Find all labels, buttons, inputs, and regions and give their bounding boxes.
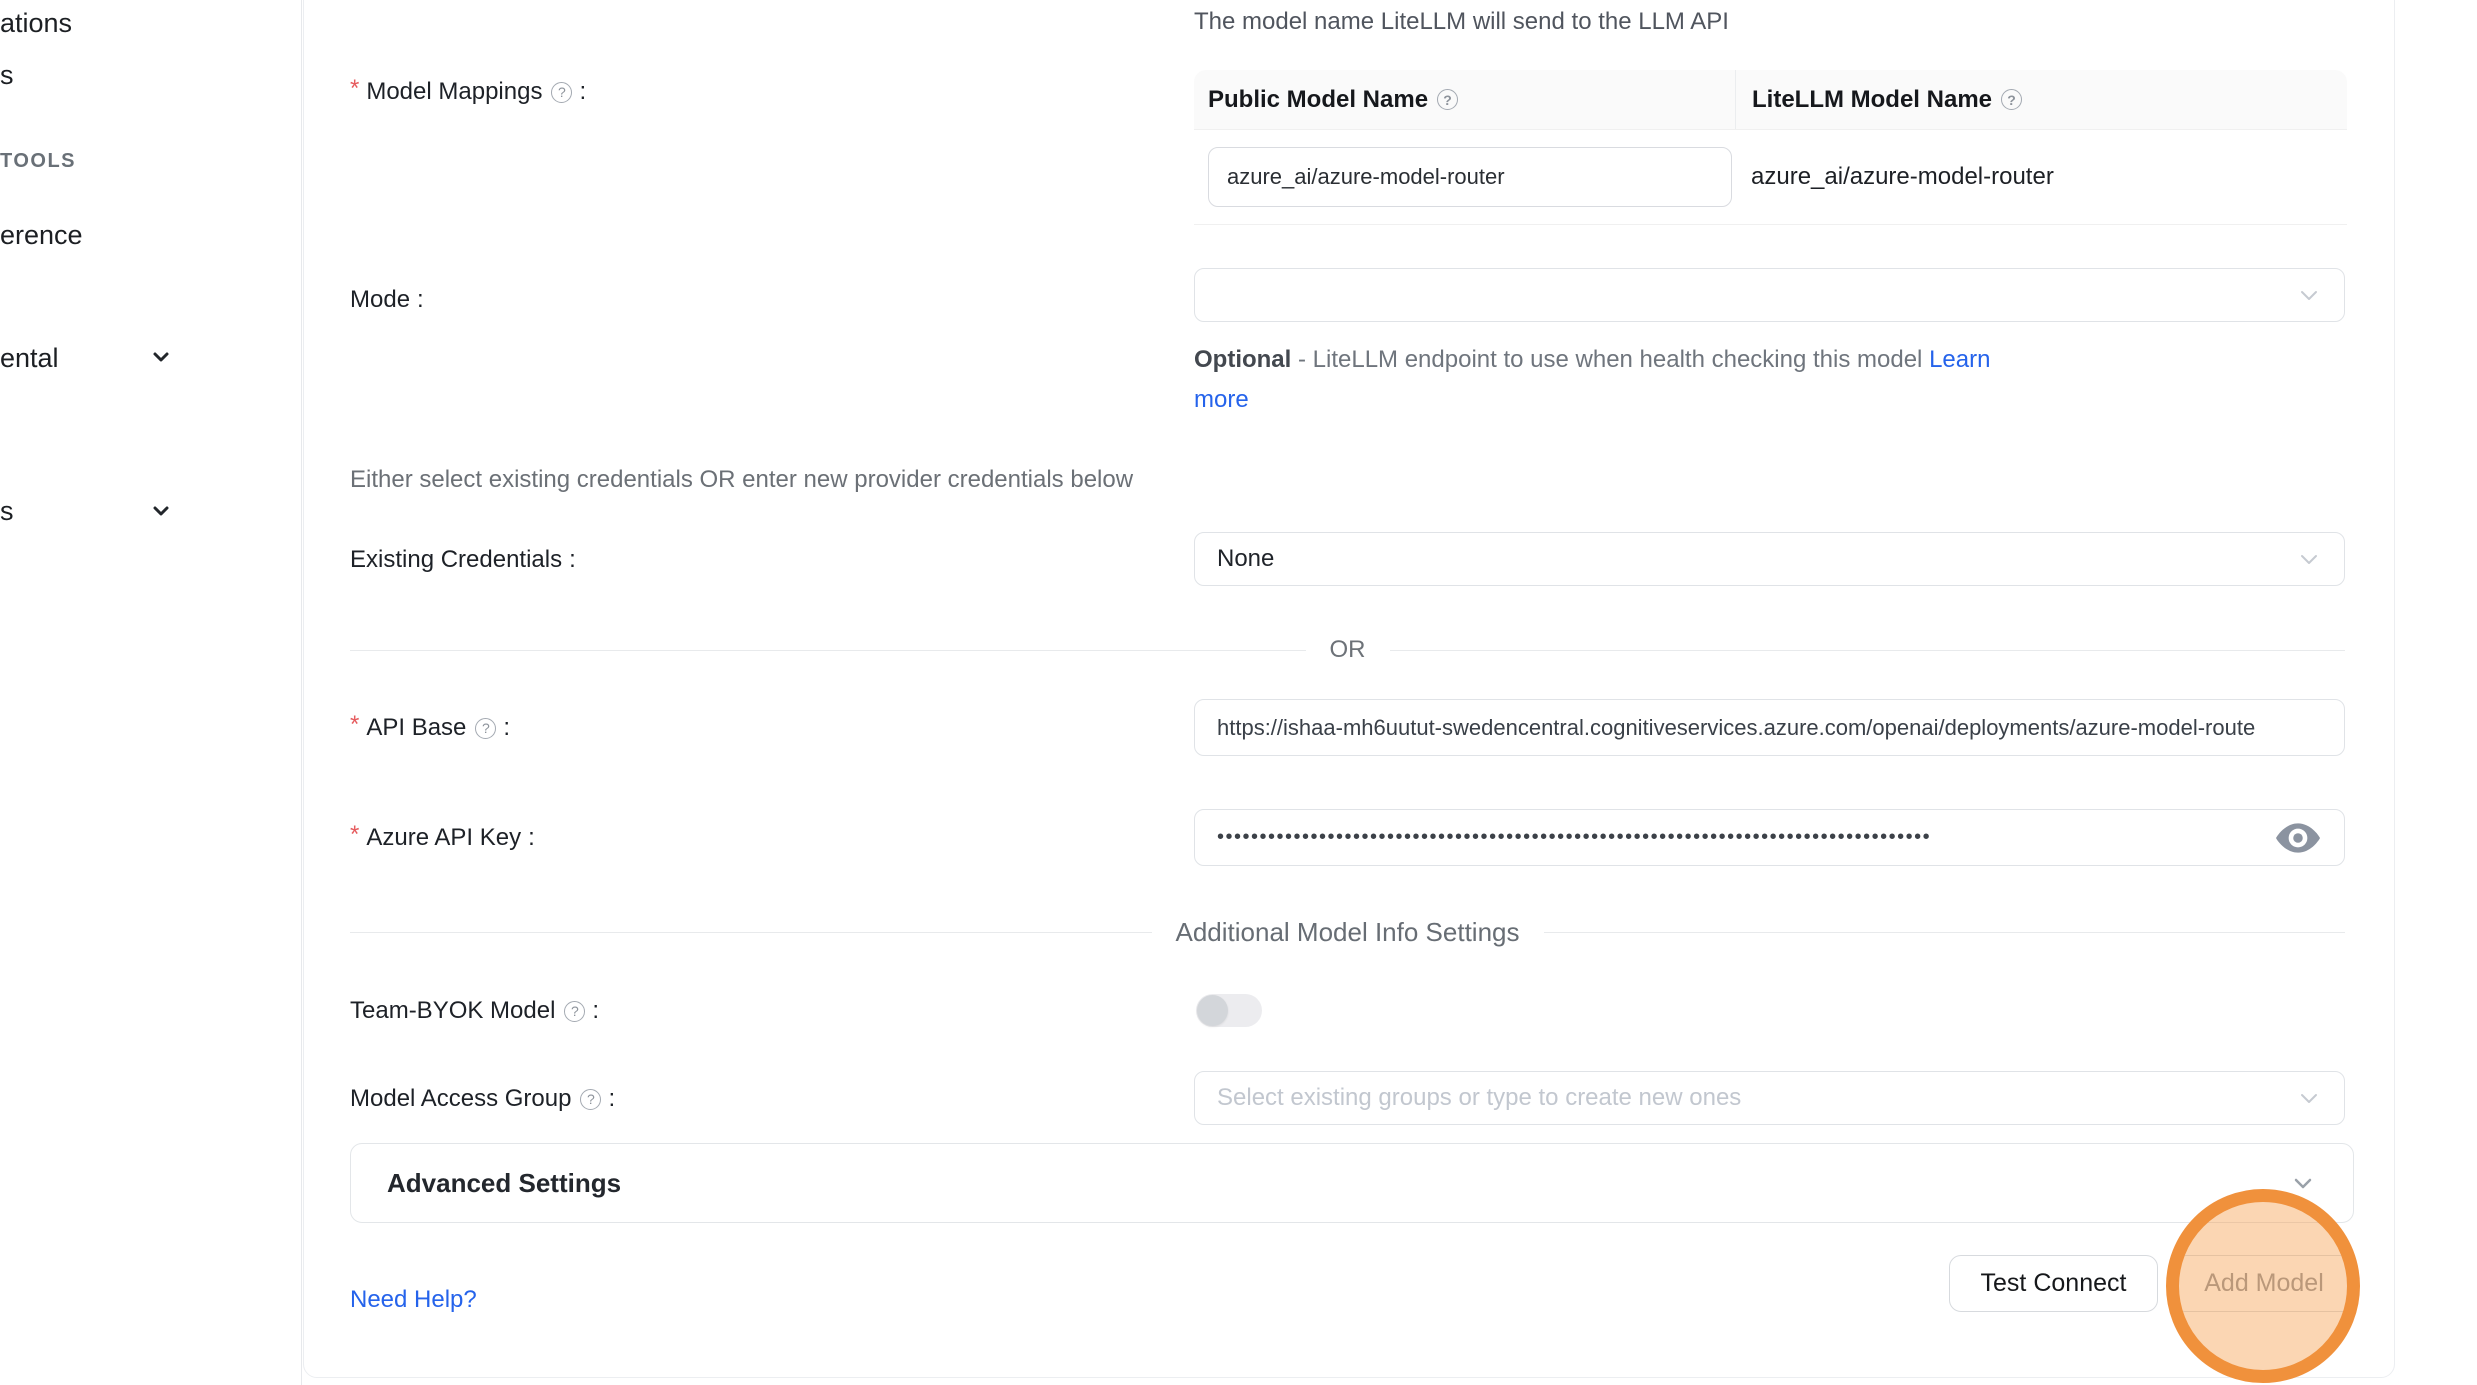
advanced-settings-title: Advanced Settings [387, 1168, 621, 1199]
sidebar-item-reference[interactable]: erence [0, 220, 83, 251]
help-icon[interactable]: ? [1437, 89, 1458, 110]
sidebar-item-label: s [0, 496, 14, 526]
chevron-down-icon [150, 346, 172, 368]
sidebar-item-label: s [0, 60, 14, 90]
label-colon: : [579, 78, 586, 106]
model-access-group-placeholder: Select existing groups or type to create… [1217, 1084, 1741, 1112]
litellm-model-name-value: azure_ai/azure-model-router [1735, 163, 2347, 191]
api-base-input[interactable] [1194, 699, 2345, 756]
sidebar-section-tools: TOOLS [0, 150, 76, 173]
table-row: azure_ai/azure-model-router [1194, 130, 2347, 224]
existing-credentials-select[interactable]: None [1194, 532, 2345, 586]
label-colon: : [528, 824, 535, 852]
team-byok-label: Team-BYOK Model ? : [350, 995, 599, 1027]
eye-icon[interactable] [2276, 823, 2320, 853]
label-colon: : [608, 1085, 615, 1113]
test-connect-button[interactable]: Test Connect [1949, 1255, 2158, 1312]
sidebar-item-label: ations [0, 8, 72, 38]
model-access-group-label: Model Access Group ? : [350, 1083, 615, 1115]
need-help-link[interactable]: Need Help? [350, 1286, 477, 1314]
chevron-down-icon [150, 500, 172, 522]
section-divider-text: Additional Model Info Settings [1176, 917, 1520, 948]
advanced-settings-panel[interactable]: Advanced Settings [350, 1143, 2354, 1223]
label-text: Team-BYOK Model [350, 997, 555, 1025]
model-access-group-select[interactable]: Select existing groups or type to create… [1194, 1071, 2345, 1125]
credentials-note: Either select existing credentials OR en… [350, 466, 1133, 494]
add-model-button[interactable]: Add Model [2173, 1255, 2355, 1312]
existing-credentials-label: Existing Credentials : [350, 544, 576, 576]
azure-api-key-input[interactable]: ••••••••••••••••••••••••••••••••••••••••… [1194, 809, 2345, 866]
sidebar-item-2[interactable]: s [0, 496, 14, 527]
required-mark: * [350, 711, 359, 739]
help-rest: - LiteLLM endpoint to use when health ch… [1291, 346, 1929, 373]
header-text: Public Model Name [1208, 86, 1428, 114]
public-model-name-input[interactable] [1208, 147, 1732, 207]
label-colon: : [569, 546, 576, 574]
label-colon: : [503, 714, 510, 742]
chevron-down-icon [2289, 1169, 2317, 1197]
or-divider-text: OR [1330, 636, 1366, 664]
help-icon[interactable]: ? [2001, 89, 2022, 110]
help-icon[interactable]: ? [564, 1001, 585, 1022]
chevron-down-icon [2296, 546, 2322, 572]
required-mark: * [350, 75, 359, 103]
or-divider: OR [350, 636, 2345, 664]
sidebar-item-1[interactable]: s [0, 60, 14, 91]
help-icon[interactable]: ? [580, 1089, 601, 1110]
chevron-down-icon [2296, 1085, 2322, 1111]
additional-settings-divider: Additional Model Info Settings [350, 916, 2345, 948]
label-text: Azure API Key [366, 824, 521, 852]
sidebar-section-label: TOOLS [0, 150, 76, 172]
sidebar-item-organizations[interactable]: ations [0, 8, 72, 39]
azure-api-key-label: * Azure API Key : [350, 822, 535, 854]
sidebar-item-label: erence [0, 220, 83, 250]
masked-api-key: ••••••••••••••••••••••••••••••••••••••••… [1217, 826, 2254, 849]
toggle-knob [1197, 995, 1228, 1026]
column-header-litellm-model-name: LiteLLM Model Name ? [1735, 70, 2347, 129]
optional-bold: Optional [1194, 346, 1291, 373]
existing-credentials-value: None [1217, 545, 1274, 573]
header-text: LiteLLM Model Name [1752, 86, 1992, 114]
label-text: Mode [350, 286, 410, 314]
sidebar-item-label: ental [0, 343, 59, 373]
label-text: Model Mappings [366, 78, 542, 106]
team-byok-toggle[interactable] [1196, 994, 1262, 1027]
column-header-public-model-name: Public Model Name ? [1194, 70, 1735, 129]
sidebar: ations s TOOLS erence ental s [0, 0, 302, 1385]
sidebar-item-experimental[interactable]: ental [0, 343, 59, 374]
mode-select[interactable] [1194, 268, 2345, 322]
model-mappings-label: * Model Mappings ? : [350, 76, 586, 108]
add-model-page: { "ui": { "colon": ":", "required_mark":… [0, 0, 2477, 1385]
required-mark: * [350, 821, 359, 849]
table-header-row: Public Model Name ? LiteLLM Model Name ? [1194, 70, 2347, 130]
label-text: Existing Credentials [350, 546, 562, 574]
label-colon: : [592, 997, 599, 1025]
label-text: API Base [366, 714, 466, 742]
label-text: Model Access Group [350, 1085, 571, 1113]
label-colon: : [417, 286, 424, 314]
mode-help-text: Optional - LiteLLM endpoint to use when … [1194, 340, 2014, 420]
model-name-helper-text: The model name LiteLLM will send to the … [1194, 8, 1729, 36]
help-icon[interactable]: ? [551, 82, 572, 103]
chevron-down-icon [2296, 282, 2322, 308]
model-mappings-table: Public Model Name ? LiteLLM Model Name ?… [1194, 70, 2347, 225]
mode-label: Mode : [350, 284, 424, 316]
help-icon[interactable]: ? [475, 718, 496, 739]
api-base-label: * API Base ? : [350, 712, 510, 744]
